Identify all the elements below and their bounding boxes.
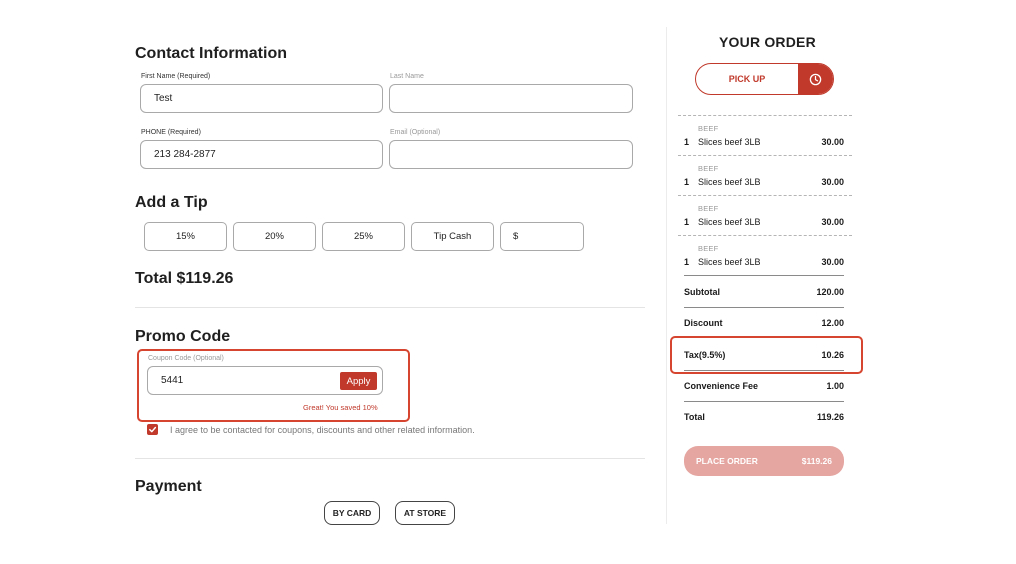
first-name-label: First Name (Required) xyxy=(141,73,211,80)
item-price: 30.00 xyxy=(821,257,844,267)
item-price: 30.00 xyxy=(821,137,844,147)
item-category: BEEF xyxy=(698,204,719,213)
item-name: Slices beef 3LB xyxy=(698,177,761,187)
separator xyxy=(684,275,844,276)
order-item: 1 Slices beef 3LB 30.00 xyxy=(684,257,844,267)
subtotal-value: 120.00 xyxy=(816,287,844,297)
fee-label: Convenience Fee xyxy=(684,381,759,391)
separator xyxy=(678,195,852,196)
separator xyxy=(678,115,852,116)
fee-row: Convenience Fee 1.00 xyxy=(684,381,844,391)
agree-checkbox[interactable] xyxy=(147,424,158,435)
dollar-prefix: $ xyxy=(513,231,519,242)
check-icon xyxy=(149,426,157,433)
item-price: 30.00 xyxy=(821,217,844,227)
item-qty: 1 xyxy=(684,217,690,227)
order-item: 1 Slices beef 3LB 30.00 xyxy=(684,177,844,187)
item-price: 30.00 xyxy=(821,177,844,187)
separator xyxy=(684,307,844,308)
separator xyxy=(678,155,852,156)
total-row: Total 119.26 xyxy=(684,412,844,422)
last-name-label: Last Name xyxy=(390,73,424,80)
promo-section-title: Promo Code xyxy=(135,328,231,345)
divider xyxy=(135,307,645,308)
phone-label: PHONE (Required) xyxy=(141,129,201,136)
separator xyxy=(684,401,844,402)
coupon-value: 5441 xyxy=(161,375,184,386)
apply-button[interactable]: Apply xyxy=(340,372,377,390)
tax-row: Tax(9.5%) 10.26 xyxy=(684,350,844,360)
item-name: Slices beef 3LB xyxy=(698,137,761,147)
discount-label: Discount xyxy=(684,318,723,328)
last-name-field[interactable] xyxy=(389,84,633,113)
pay-at-store-button[interactable]: AT STORE xyxy=(395,501,455,525)
order-item: 1 Slices beef 3LB 30.00 xyxy=(684,137,844,147)
tip-20-button[interactable]: 20% xyxy=(233,222,316,251)
divider xyxy=(135,458,645,459)
separator xyxy=(684,370,844,371)
subtotal-label: Subtotal xyxy=(684,287,720,297)
pickup-toggle[interactable]: PICK UP xyxy=(695,63,834,95)
payment-section-title: Payment xyxy=(135,478,202,495)
item-category: BEEF xyxy=(698,244,719,253)
first-name-value: Test xyxy=(154,93,173,104)
tip-15-button[interactable]: 15% xyxy=(144,222,227,251)
item-qty: 1 xyxy=(684,257,690,267)
tax-value: 10.26 xyxy=(821,350,844,360)
contact-section-title: Contact Information xyxy=(135,45,287,62)
total-label: Total $119.26 xyxy=(135,270,234,287)
total-row-value: 119.26 xyxy=(816,412,844,422)
email-field[interactable] xyxy=(389,140,633,169)
email-label: Email (Optional) xyxy=(390,129,441,136)
order-item: 1 Slices beef 3LB 30.00 xyxy=(684,217,844,227)
pickup-label: PICK UP xyxy=(728,74,766,84)
first-name-field[interactable]: Test xyxy=(140,84,383,113)
custom-tip-input[interactable]: $ xyxy=(500,222,584,251)
subtotal-row: Subtotal 120.00 xyxy=(684,287,844,297)
agree-text: I agree to be contacted for coupons, dis… xyxy=(170,425,475,435)
phone-value: 213 284-2877 xyxy=(154,149,216,160)
tax-label: Tax(9.5%) xyxy=(684,350,726,360)
order-panel-divider xyxy=(666,27,667,524)
discount-row: Discount 12.00 xyxy=(684,318,844,328)
place-order-label: PLACE ORDER xyxy=(696,456,758,466)
item-category: BEEF xyxy=(698,164,719,173)
pay-by-card-button[interactable]: BY CARD xyxy=(324,501,380,525)
tip-cash-button[interactable]: Tip Cash xyxy=(411,222,494,251)
tip-25-button[interactable]: 25% xyxy=(322,222,405,251)
item-category: BEEF xyxy=(698,124,719,133)
tip-section-title: Add a Tip xyxy=(135,194,208,211)
item-name: Slices beef 3LB xyxy=(698,217,761,227)
item-qty: 1 xyxy=(684,177,690,187)
promo-saved-message: Great! You saved 10% xyxy=(303,403,378,412)
place-order-amount: $119.26 xyxy=(801,456,832,466)
item-name: Slices beef 3LB xyxy=(698,257,761,267)
total-row-label: Total xyxy=(684,412,705,422)
clock-icon xyxy=(809,73,822,85)
place-order-button[interactable]: PLACE ORDER $119.26 xyxy=(684,446,844,476)
item-qty: 1 xyxy=(684,137,690,147)
fee-value: 1.00 xyxy=(826,381,844,391)
coupon-label: Coupon Code (Optional) xyxy=(148,355,224,362)
discount-value: 12.00 xyxy=(821,318,844,328)
separator xyxy=(678,235,852,236)
phone-field[interactable]: 213 284-2877 xyxy=(140,140,383,169)
pickup-clock-button[interactable] xyxy=(798,64,833,94)
order-title: YOUR ORDER xyxy=(719,34,816,50)
